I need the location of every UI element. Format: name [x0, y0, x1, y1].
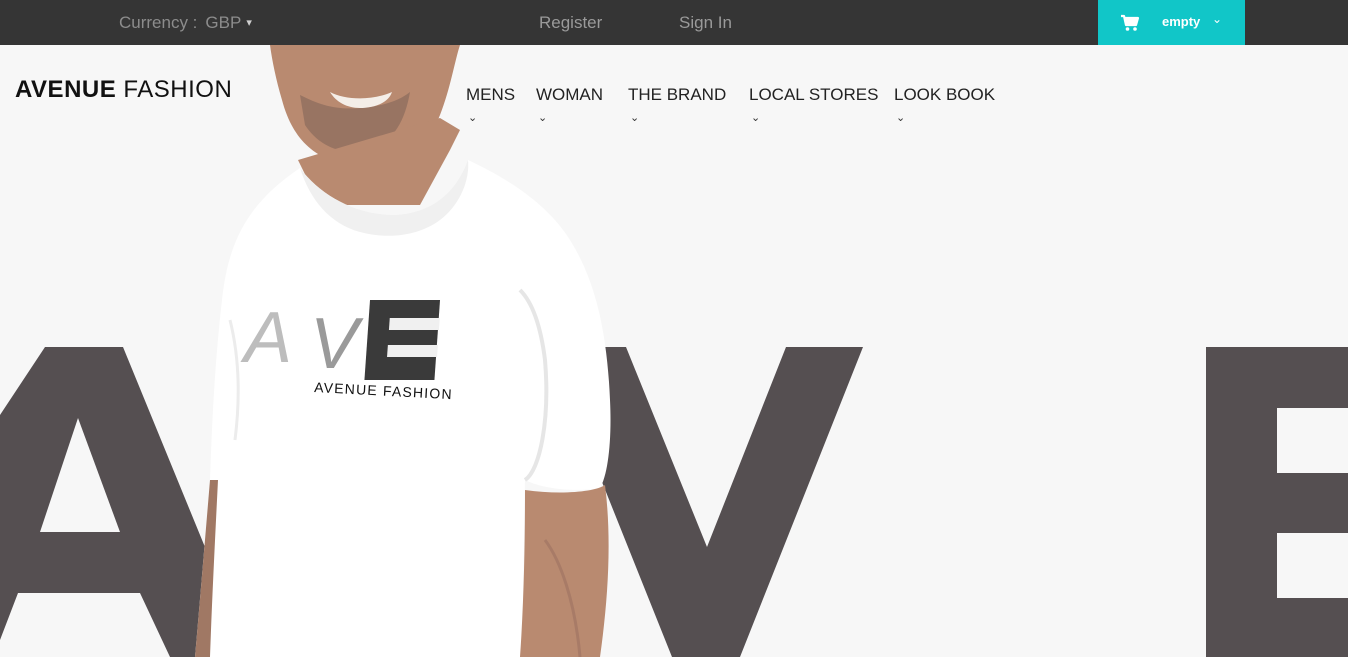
site-logo[interactable]: AVENUE FASHION: [15, 76, 232, 104]
nav-item-the-brand[interactable]: THE BRAND ⌄: [628, 85, 726, 124]
top-bar: Currency : GBP ▾ Register Sign In empty ⌄: [0, 0, 1348, 45]
currency-selector[interactable]: Currency : GBP ▾: [119, 13, 252, 33]
shopping-cart-icon: [1121, 14, 1140, 31]
sign-in-link[interactable]: Sign In: [679, 13, 732, 33]
chevron-down-icon: ⌄: [896, 112, 906, 124]
chevron-down-icon: ⌄: [1212, 12, 1223, 26]
cart-status: empty: [1162, 14, 1201, 29]
logo-bold-text: AVENUE: [15, 76, 117, 103]
shirt-print-letter-v: V: [310, 304, 364, 384]
shirt-print-letter-a: A: [240, 298, 296, 378]
nav-item-label: WOMAN: [536, 85, 604, 104]
chevron-down-icon: ⌄: [538, 112, 548, 124]
currency-value[interactable]: GBP: [205, 13, 241, 32]
chevron-down-icon: ⌄: [630, 112, 640, 124]
chevron-down-icon: ⌄: [751, 112, 761, 124]
nav-item-label: MENS: [466, 85, 516, 104]
nav-item-woman[interactable]: WOMAN ⌄: [536, 85, 603, 124]
register-link[interactable]: Register: [539, 13, 602, 33]
logo-light-text: FASHION: [116, 76, 233, 103]
nav-item-label: LOOK BOOK: [894, 85, 996, 104]
nav-item-mens[interactable]: MENS ⌄: [466, 85, 515, 124]
nav-item-local-stores[interactable]: LOCAL STORES ⌄: [749, 85, 878, 124]
nav-item-label: LOCAL STORES: [749, 85, 879, 104]
caret-down-icon[interactable]: ▾: [246, 17, 252, 29]
nav-item-label: THE BRAND: [628, 85, 727, 104]
cart-button[interactable]: empty ⌄: [1098, 0, 1245, 45]
chevron-down-icon: ⌄: [468, 112, 478, 124]
page: A V AVENUE FASHION Currency : GBP ▾ Regist…: [0, 0, 1348, 657]
nav-item-look-book[interactable]: LOOK BOOK ⌄: [894, 85, 995, 124]
currency-label: Currency :: [119, 13, 198, 32]
